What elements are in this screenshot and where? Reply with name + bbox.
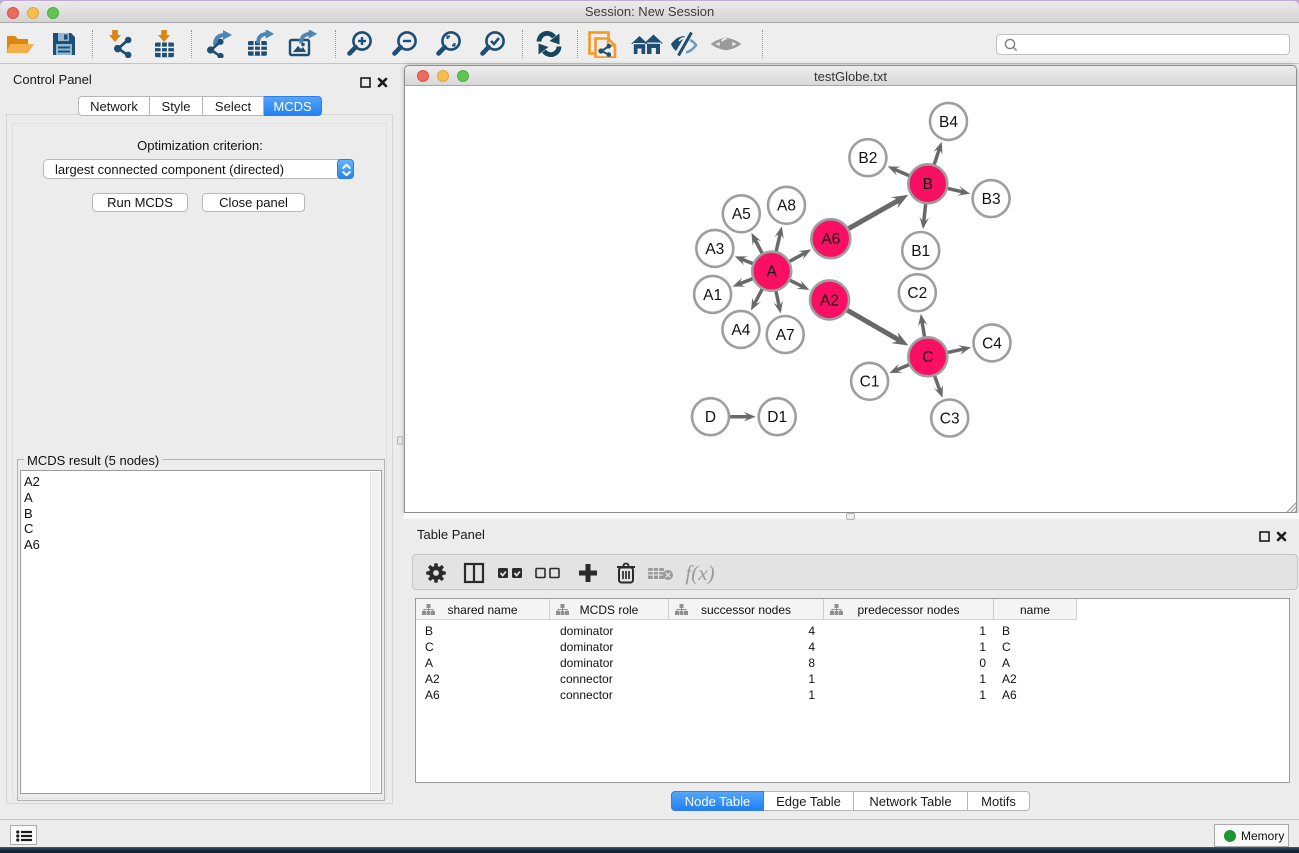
svg-text:A7: A7: [776, 327, 795, 344]
svg-text:A: A: [767, 264, 778, 281]
svg-text:B3: B3: [982, 191, 1001, 208]
svg-text:A8: A8: [777, 198, 796, 215]
svg-text:A2: A2: [820, 292, 839, 309]
svg-text:C: C: [922, 349, 933, 366]
svg-text:C1: C1: [860, 374, 880, 391]
svg-text:A5: A5: [732, 206, 751, 223]
svg-text:B2: B2: [858, 150, 877, 167]
svg-text:A4: A4: [731, 322, 750, 339]
svg-text:B1: B1: [911, 243, 930, 260]
svg-text:C2: C2: [907, 285, 927, 302]
svg-text:A6: A6: [821, 231, 840, 248]
svg-text:D1: D1: [767, 409, 787, 426]
svg-text:A1: A1: [703, 287, 722, 304]
svg-text:C4: C4: [982, 335, 1002, 352]
svg-text:C3: C3: [940, 410, 960, 427]
svg-text:A3: A3: [705, 241, 724, 258]
svg-text:B4: B4: [939, 114, 958, 131]
svg-text:B: B: [923, 176, 933, 193]
svg-text:D: D: [705, 409, 716, 426]
